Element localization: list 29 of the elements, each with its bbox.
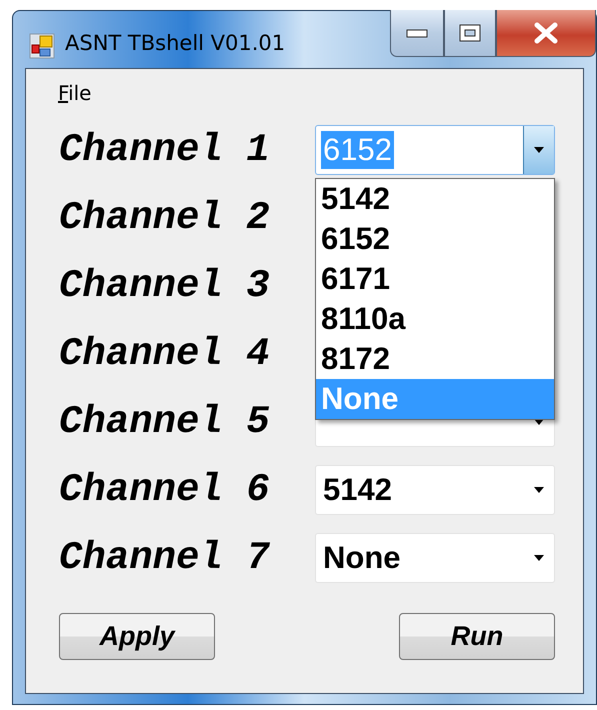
apply-button[interactable]: Apply [59,613,215,660]
menu-item[interactable]: File [55,81,94,105]
close-button[interactable] [496,10,596,57]
channel-label: Channel 1 [59,128,271,172]
channel-label: Channel 4 [59,332,271,376]
dropdown-option[interactable]: 8110a [316,299,554,339]
channel-label: Channel 3 [59,264,271,308]
channel-label: Channel 6 [59,468,271,512]
dropdown-option[interactable]: 8172 [316,339,554,379]
minimize-icon [406,28,428,38]
dropdown-option[interactable]: 6171 [316,259,554,299]
dropdown-option[interactable]: 6152 [316,219,554,259]
channel-label: Channel 5 [59,400,271,444]
minimize-button[interactable] [390,10,444,57]
channel-label: Channel 7 [59,536,271,580]
channel-dropdown[interactable]: None [315,533,555,583]
channel-label: Channel 2 [59,196,271,240]
window-title: ASNT TBshell V01.01 [65,31,286,55]
dropdown-arrow-icon [534,555,544,561]
dropdown-arrow-icon [534,419,544,425]
run-button[interactable]: Run [399,613,555,660]
close-icon [533,22,559,44]
dropdown-arrow-icon [534,147,544,153]
channel-dropdown[interactable]: 5142 [315,465,555,515]
app-icon [29,33,55,59]
maximize-button[interactable] [444,10,496,57]
dropdown-arrow-icon [534,487,544,493]
maximize-icon [459,24,481,42]
dropdown-option[interactable]: 5142 [316,179,554,219]
